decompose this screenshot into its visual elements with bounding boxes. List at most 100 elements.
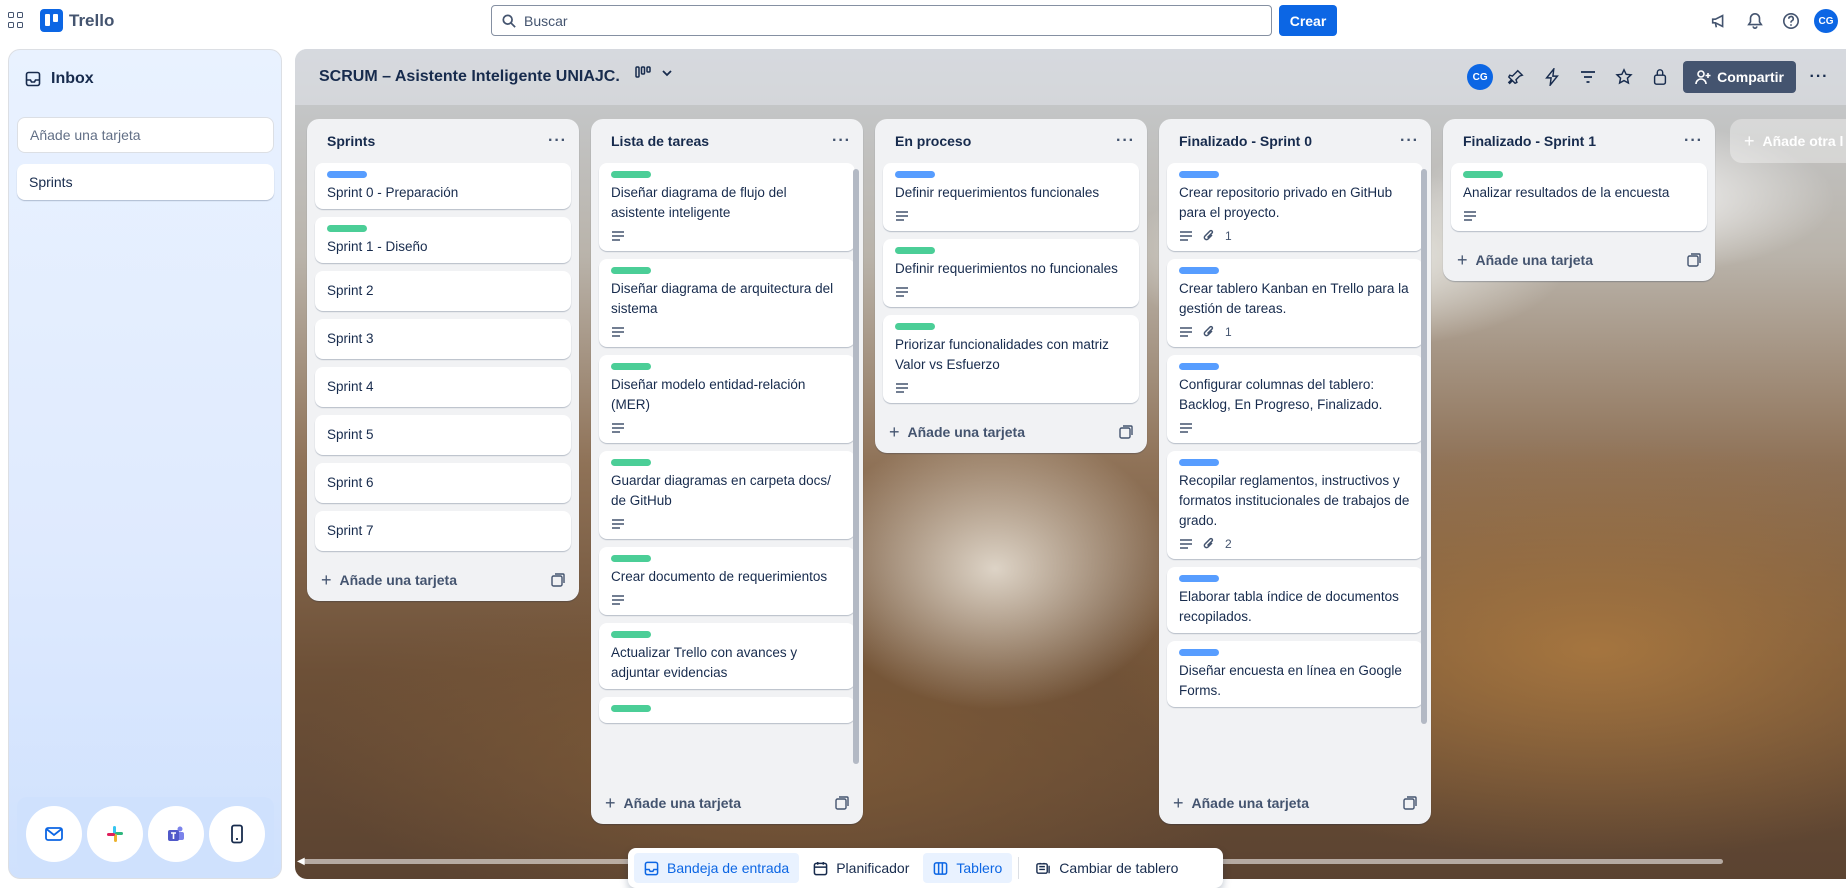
create-from-template-icon[interactable]	[1687, 253, 1701, 267]
card-container[interactable]: Crear repositorio privado en GitHub para…	[1159, 163, 1431, 782]
card[interactable]	[599, 697, 855, 723]
inbox-card[interactable]: Sprints	[17, 164, 274, 200]
create-from-template-icon[interactable]	[1403, 796, 1417, 810]
card-title: Crear documento de requerimientos	[611, 569, 828, 584]
inbox-view-label: Bandeja de entrada	[667, 860, 790, 876]
card-title: Diseñar diagrama de arquitectura del sis…	[611, 281, 834, 316]
list-menu-icon[interactable]: ···	[1116, 132, 1135, 150]
list-title[interactable]: Lista de tareas	[611, 133, 709, 149]
card[interactable]: Diseñar modelo entidad-relación (MER)	[599, 355, 855, 443]
card[interactable]: Recopilar reglamentos, instructivos y fo…	[1167, 451, 1423, 559]
card[interactable]: Crear repositorio privado en GitHub para…	[1167, 163, 1423, 251]
card-title: Crear repositorio privado en GitHub para…	[1179, 185, 1393, 220]
mobile-app-button[interactable]	[209, 806, 266, 862]
card[interactable]: Sprint 6	[315, 463, 571, 503]
card[interactable]: Definir requerimientos no funcionales	[883, 239, 1139, 307]
card[interactable]: Crear tablero Kanban en Trello para la g…	[1167, 259, 1423, 347]
email-integration-button[interactable]	[25, 806, 82, 862]
app-switcher-icon[interactable]	[8, 12, 24, 28]
star-icon[interactable]	[1611, 64, 1637, 90]
power-ups-icon[interactable]	[1503, 64, 1529, 90]
integrations-bar	[17, 797, 274, 871]
create-from-template-icon[interactable]	[835, 796, 849, 810]
card[interactable]: Analizar resultados de la encuesta	[1451, 163, 1707, 231]
list-title[interactable]: Sprints	[327, 133, 375, 149]
teams-integration-button[interactable]	[148, 806, 205, 862]
planner-view-button[interactable]: Planificador	[803, 853, 919, 883]
list-scrollbar[interactable]	[1421, 169, 1427, 724]
share-button[interactable]: Compartir	[1683, 61, 1796, 93]
attachment-count: 2	[1225, 537, 1232, 551]
list-finalizado-sprint-1: Finalizado - Sprint 1 ··· Analizar resul…	[1443, 119, 1715, 281]
board-menu-icon[interactable]: ···	[1806, 64, 1832, 90]
board-title[interactable]: SCRUM – Asistente Inteligente UNIAJC.	[319, 68, 620, 86]
list-menu-icon[interactable]: ···	[832, 132, 851, 150]
add-list-button[interactable]: + Añade otra l	[1730, 119, 1846, 163]
card[interactable]: Sprint 3	[315, 319, 571, 359]
card-label	[1179, 267, 1219, 274]
add-card-button[interactable]: + Añade una tarjeta	[1457, 250, 1593, 271]
board-member-avatar[interactable]: CG	[1467, 64, 1494, 90]
help-icon[interactable]	[1778, 8, 1804, 34]
trello-logo[interactable]: Trello	[40, 9, 114, 32]
automation-icon[interactable]	[1539, 64, 1565, 90]
card[interactable]: Priorizar funcionalidades con matriz Val…	[883, 315, 1139, 403]
list-title[interactable]: Finalizado - Sprint 1	[1463, 133, 1596, 149]
card[interactable]: Definir requerimientos funcionales	[883, 163, 1139, 231]
slack-integration-button[interactable]	[86, 806, 143, 862]
list-scrollbar[interactable]	[853, 169, 859, 764]
card[interactable]: Actualizar Trello con avances y adjuntar…	[599, 623, 855, 689]
card-container[interactable]: Diseñar diagrama de flujo del asistente …	[591, 163, 863, 782]
list-title[interactable]: En proceso	[895, 133, 971, 149]
app-name: Trello	[69, 10, 115, 30]
card[interactable]: Sprint 0 - Preparación	[315, 163, 571, 209]
search-input[interactable]	[524, 12, 1224, 29]
create-button[interactable]: Crear	[1279, 5, 1337, 36]
list-menu-icon[interactable]: ···	[1400, 132, 1419, 150]
add-card-button[interactable]: + Añade una tarjeta	[1173, 793, 1309, 814]
add-card-button[interactable]: + Añade una tarjeta	[605, 793, 741, 814]
list-title[interactable]: Finalizado - Sprint 0	[1179, 133, 1312, 149]
notifications-bell-icon[interactable]	[1742, 8, 1768, 34]
card-title: Sprint 3	[327, 331, 374, 346]
visibility-lock-icon[interactable]	[1647, 64, 1673, 90]
megaphone-icon[interactable]	[1706, 8, 1732, 34]
card-label	[895, 171, 935, 178]
card[interactable]: Diseñar diagrama de arquitectura del sis…	[599, 259, 855, 347]
card[interactable]: Sprint 7	[315, 511, 571, 551]
card[interactable]: Diseñar encuesta en línea en Google Form…	[1167, 641, 1423, 707]
card[interactable]: Sprint 4	[315, 367, 571, 407]
card-title: Actualizar Trello con avances y adjuntar…	[611, 645, 798, 680]
card-title: Definir requerimientos funcionales	[895, 185, 1100, 200]
board-view-selector[interactable]	[635, 66, 673, 80]
create-from-template-icon[interactable]	[551, 573, 565, 587]
card[interactable]: Sprint 2	[315, 271, 571, 311]
description-icon	[896, 383, 908, 393]
card[interactable]: Diseñar diagrama de flujo del asistente …	[599, 163, 855, 251]
inbox-view-button[interactable]: Bandeja de entrada	[634, 853, 800, 883]
card[interactable]: Sprint 5	[315, 415, 571, 455]
filter-icon[interactable]	[1575, 64, 1601, 90]
top-navigation-bar: Trello Crear CG	[0, 0, 1846, 42]
card[interactable]: Crear documento de requerimientos	[599, 547, 855, 615]
add-card-label: Añade una tarjeta	[1191, 795, 1309, 811]
switcher-divider	[1018, 857, 1020, 879]
user-avatar[interactable]: CG	[1814, 9, 1838, 33]
add-card-button[interactable]: + Añade una tarjeta	[889, 422, 1025, 443]
inbox-add-card-input[interactable]: Añade una tarjeta	[17, 117, 274, 153]
add-card-button[interactable]: + Añade una tarjeta	[321, 570, 457, 591]
search-box[interactable]	[491, 5, 1272, 36]
card[interactable]: Sprint 1 - Diseño	[315, 217, 571, 263]
card[interactable]: Elaborar tabla índice de documentos reco…	[1167, 567, 1423, 633]
card[interactable]: Configurar columnas del tablero: Backlog…	[1167, 355, 1423, 443]
list-menu-icon[interactable]: ···	[1684, 132, 1703, 150]
list-menu-icon[interactable]: ···	[548, 132, 567, 150]
board-view-button[interactable]: Tablero	[923, 853, 1013, 883]
card-title: Sprint 7	[327, 523, 374, 538]
description-icon	[1180, 539, 1192, 549]
card[interactable]: Guardar diagramas en carpeta docs/ de Gi…	[599, 451, 855, 539]
attachment-count: 1	[1225, 229, 1232, 243]
add-list-label: Añade otra l	[1762, 133, 1844, 149]
switch-board-button[interactable]: Cambiar de tablero	[1025, 853, 1188, 883]
create-from-template-icon[interactable]	[1119, 425, 1133, 439]
